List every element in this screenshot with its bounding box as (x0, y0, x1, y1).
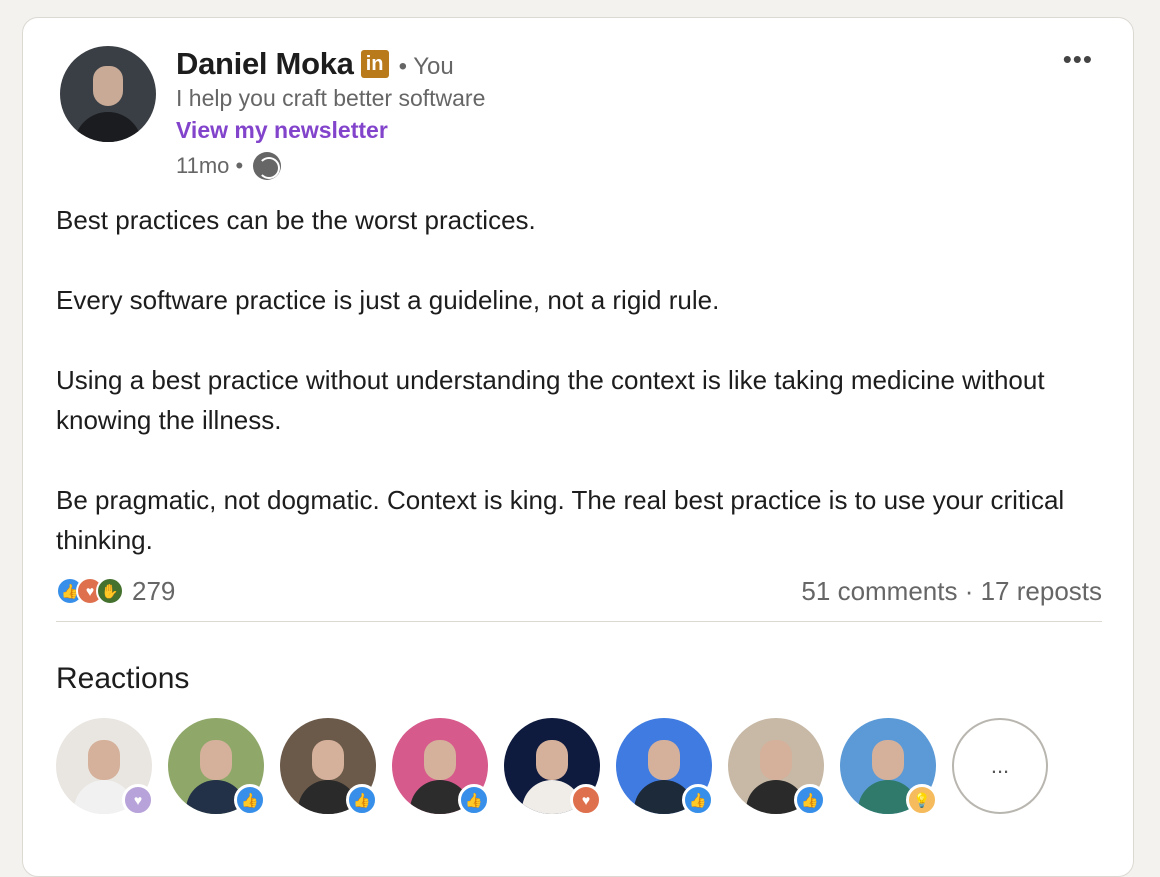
reactor-avatar[interactable]: 👍 (728, 718, 826, 816)
reactor-avatar[interactable]: 👍 (616, 718, 714, 816)
reactor-avatars: ♥ 👍 👍 👍 ♥ 👍 👍 💡... (56, 718, 1048, 816)
author-name[interactable]: Daniel Moka (176, 46, 354, 82)
like-icon: 👍 (346, 784, 378, 816)
like-icon: 👍 (682, 784, 714, 816)
author-name-row: Daniel Moka in • You (176, 46, 454, 82)
like-icon: 👍 (794, 784, 826, 816)
globe-icon (253, 152, 282, 180)
reaction-count[interactable]: 279 (132, 576, 175, 607)
love-icon: ♥ (570, 784, 602, 816)
like-icon: 👍 (458, 784, 490, 816)
author-avatar[interactable] (60, 46, 156, 142)
reactor-avatar[interactable]: 👍 (168, 718, 266, 816)
reactor-avatar[interactable]: ♥ (504, 718, 602, 816)
post-time: 11mo • (176, 153, 244, 178)
reactor-avatar[interactable]: 👍 (392, 718, 490, 816)
newsletter-link[interactable]: View my newsletter (176, 117, 388, 144)
celebrate-icon: ✋ (96, 577, 124, 605)
post-paragraph: Be pragmatic, not dogmatic. Context is k… (56, 485, 1065, 555)
reactor-avatar[interactable]: 👍 (280, 718, 378, 816)
reactor-avatar[interactable]: ♥ (56, 718, 154, 816)
more-reactors-button[interactable]: ... (952, 718, 1048, 814)
support-icon: ♥ (122, 784, 154, 816)
reactor-avatar[interactable]: 💡 (840, 718, 938, 816)
more-options-button[interactable]: ••• (1063, 44, 1093, 75)
divider (56, 621, 1102, 622)
like-icon: 👍 (234, 784, 266, 816)
linkedin-premium-icon: in (360, 50, 389, 78)
comments-reposts[interactable]: 51 comments · 17 reposts (801, 576, 1102, 607)
author-relation: • You (398, 53, 454, 80)
reactions-heading: Reactions (56, 662, 190, 695)
author-headline: I help you craft better software (176, 85, 486, 111)
post-paragraph: Every software practice is just a guidel… (56, 285, 720, 315)
post-card: Daniel Moka in • You I help you craft be… (22, 17, 1134, 877)
post-paragraph: Best practices can be the worst practice… (56, 205, 536, 235)
social-counts: 👍 ♥ ✋ 279 51 comments · 17 reposts (56, 571, 1102, 611)
post-meta: 11mo • (176, 152, 282, 180)
post-text: Best practices can be the worst practice… (56, 200, 1116, 600)
post-paragraph: Using a best practice without understand… (56, 365, 1045, 435)
insight-icon: 💡 (906, 784, 938, 816)
